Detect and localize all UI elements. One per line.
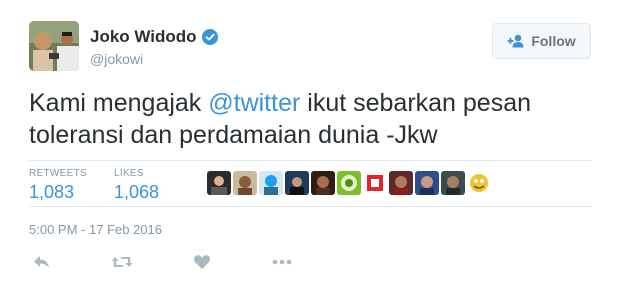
likes-count: 1,068 [114, 182, 160, 202]
divider [29, 160, 592, 161]
retweet-icon[interactable] [111, 254, 133, 272]
liker-avatar[interactable] [337, 171, 361, 195]
mention-link[interactable]: @twitter [208, 89, 300, 117]
likes-label: LIKES [114, 168, 144, 179]
liker-avatar[interactable] [467, 171, 491, 195]
liker-avatar[interactable] [233, 171, 257, 195]
like-icon[interactable] [193, 254, 211, 272]
author-name[interactable]: Joko Widodo [90, 27, 197, 47]
liker-avatar[interactable] [441, 171, 465, 195]
follow-label: Follow [531, 33, 576, 49]
liker-avatar[interactable] [311, 171, 335, 195]
liker-avatar[interactable] [285, 171, 309, 195]
liker-avatar[interactable] [207, 171, 231, 195]
liker-avatars [207, 171, 493, 195]
liker-avatar[interactable] [259, 171, 283, 195]
tweet-card: Joko Widodo @jokowi Follow Kami mengajak… [0, 0, 636, 286]
tweet-timestamp[interactable]: 5:00 PM - 17 Feb 2016 [29, 222, 162, 237]
follow-button[interactable]: Follow [492, 23, 591, 59]
tweet-text-start: Kami mengajak [29, 89, 209, 117]
liker-avatar[interactable] [389, 171, 413, 195]
avatar[interactable] [29, 21, 79, 71]
liker-avatar[interactable] [363, 171, 387, 195]
liker-avatar[interactable] [415, 171, 439, 195]
more-icon[interactable] [272, 254, 292, 272]
retweets-label: RETWEETS [29, 168, 87, 179]
divider [29, 206, 592, 207]
retweets-stat[interactable]: RETWEETS 1,083 [29, 168, 87, 203]
add-user-icon [507, 34, 526, 48]
likes-stat[interactable]: LIKES 1,068 [114, 168, 159, 203]
tweet-text: Kami mengajak @twitter ikut sebarkan pes… [29, 87, 609, 151]
verified-badge-icon [201, 29, 218, 45]
reply-icon[interactable] [33, 254, 51, 272]
author-handle[interactable]: @jokowi [90, 51, 143, 67]
retweets-count: 1,083 [29, 182, 75, 202]
